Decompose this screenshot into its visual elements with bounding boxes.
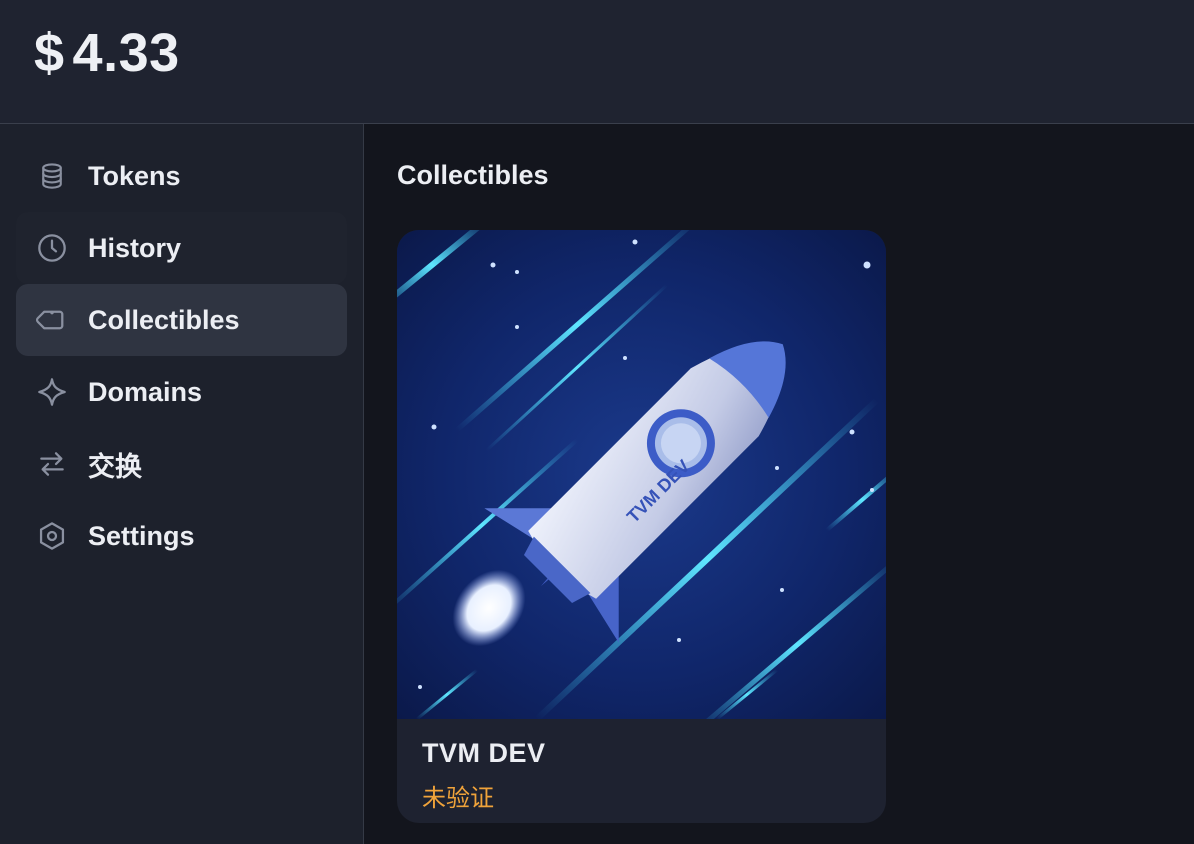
- database-icon: [36, 160, 68, 192]
- sidebar-item-tokens[interactable]: Tokens: [16, 140, 347, 212]
- sidebar-item-label: History: [88, 232, 182, 263]
- sidebar-item-label: Tokens: [88, 160, 181, 191]
- sidebar: Tokens History Collectibles Domains 交换 S…: [0, 124, 364, 844]
- sidebar-item-collectibles[interactable]: Collectibles: [16, 284, 347, 356]
- currency-symbol: $: [34, 23, 65, 83]
- sidebar-item-settings[interactable]: Settings: [16, 500, 347, 572]
- header: $ 4.33: [0, 0, 1194, 124]
- balance-display: $ 4.33: [34, 22, 180, 84]
- collectible-name: TVM DEV: [422, 738, 546, 768]
- collectible-card[interactable]: TVM DEV TVM DEV 未验证: [397, 230, 886, 823]
- sidebar-item-label: Domains: [88, 376, 203, 407]
- page-title: Collectibles: [397, 160, 549, 190]
- sidebar-item-history[interactable]: History: [16, 212, 347, 284]
- sidebar-item-label: Settings: [88, 520, 195, 551]
- balance-amount: 4.33: [72, 23, 180, 83]
- sidebar-item-label: Collectibles: [88, 304, 240, 335]
- hexagon-gear-icon: [36, 520, 68, 552]
- clock-icon: [36, 232, 68, 264]
- sparkle-icon: [36, 376, 68, 408]
- rocket-illustration: TVM DEV: [397, 230, 886, 719]
- verification-status: 未验证: [422, 785, 494, 812]
- tag-icon: [36, 304, 68, 336]
- sidebar-item-domains[interactable]: Domains: [16, 356, 347, 428]
- sidebar-item-swap[interactable]: 交换: [16, 428, 347, 500]
- main-content: Collectibles TVM DEV TVM DEV 未验证: [364, 124, 1194, 844]
- swap-arrows-icon: [36, 448, 68, 480]
- sidebar-item-label: 交换: [88, 451, 142, 482]
